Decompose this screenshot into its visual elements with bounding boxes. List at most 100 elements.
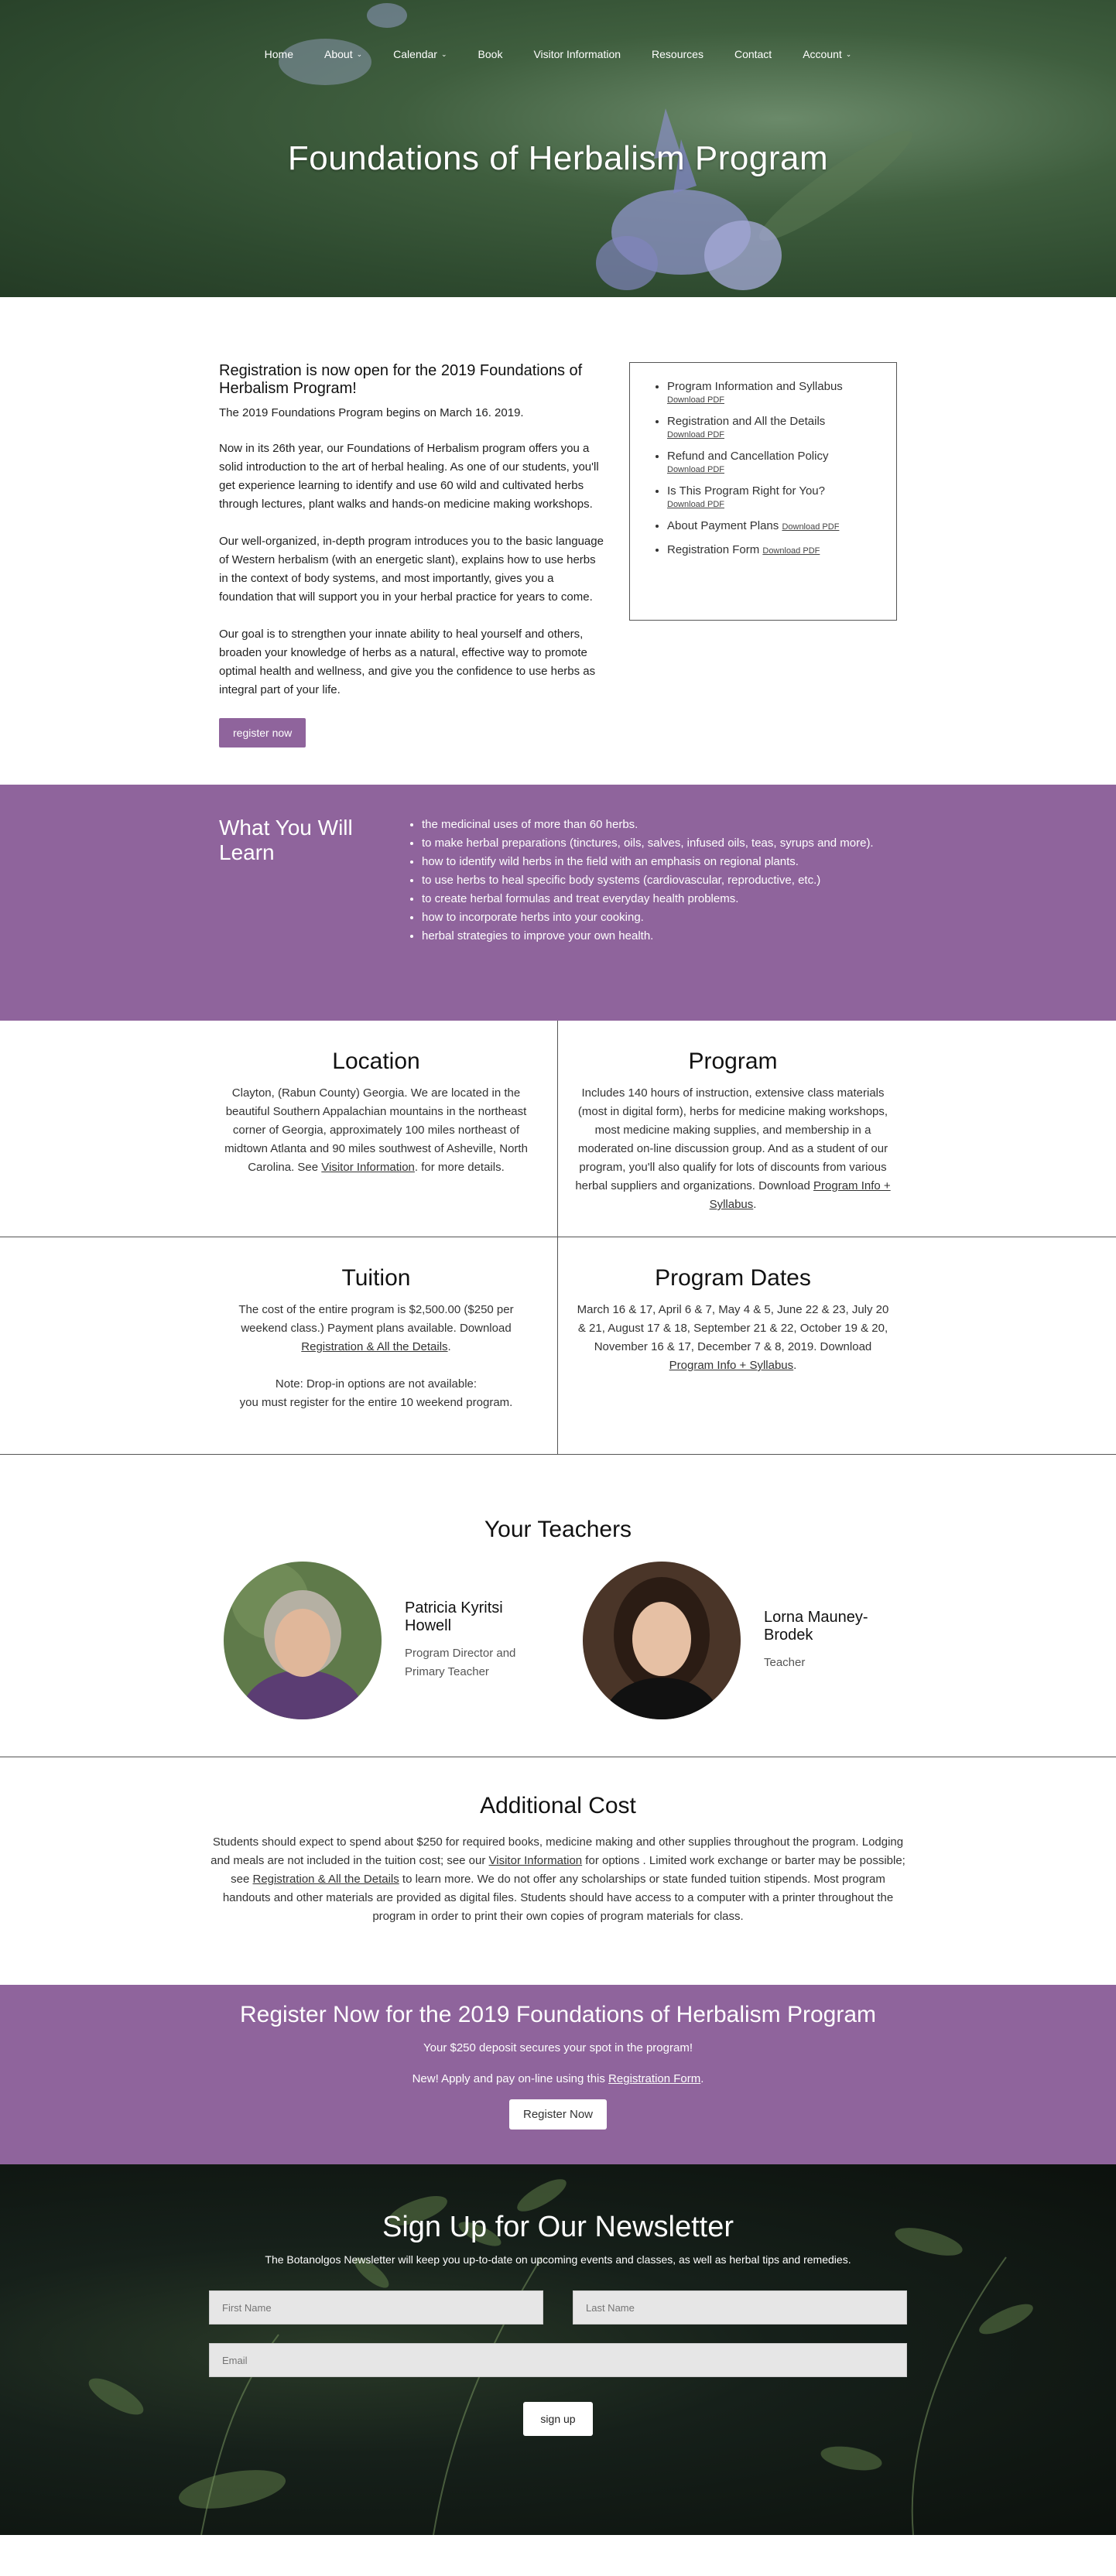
- download-item-label: About Payment Plans: [667, 519, 779, 532]
- chevron-down-icon: ⌄: [356, 50, 363, 58]
- location-text: Clayton, (Rabun County) Georgia. We are …: [224, 1086, 528, 1174]
- register-deposit: Your $250 deposit secures your spot in t…: [423, 2041, 693, 2054]
- dates-text: March 16 & 17, April 6 & 7, May 4 & 5, J…: [577, 1303, 889, 1372]
- location-title: Location: [332, 1049, 420, 1074]
- program-text: Includes 140 hours of instruction, exten…: [575, 1086, 891, 1211]
- learn-item: to use herbs to heal specific body syste…: [422, 871, 877, 890]
- learn-item: how to identify wild herbs in the field …: [422, 853, 877, 871]
- download-item: Registration Form Download PDF: [667, 542, 881, 558]
- nav-item-book[interactable]: Book: [463, 45, 519, 63]
- learn-item: to create herbal formulas and treat ever…: [422, 890, 877, 908]
- cost-registration-details-link[interactable]: Registration & All the Details: [252, 1873, 399, 1886]
- hero-banner: Home About ⌄ Calendar ⌄ Book Visitor Informati…: [0, 0, 1116, 297]
- register-now-button[interactable]: register now: [219, 718, 306, 747]
- dates-cell: Program Dates March 16 & 17, April 6 & 7…: [558, 1237, 1116, 1454]
- chevron-down-icon: ⌄: [440, 50, 447, 58]
- nav-item-label: Book: [478, 48, 503, 60]
- cost-title: Additional Cost: [480, 1793, 636, 1818]
- download-pdf-link[interactable]: Download PDF: [667, 429, 881, 440]
- tuition-text: The cost of the entire program is $2,500…: [238, 1303, 514, 1353]
- download-item-label: Is This Program Right for You?: [667, 484, 825, 498]
- teacher-role: Program Director and Primary Teacher: [405, 1647, 516, 1678]
- register-section: Register Now for the 2019 Foundations of…: [0, 1985, 1116, 2164]
- tuition-title: Tuition: [341, 1265, 411, 1291]
- download-item-label: Registration and All the Details: [667, 415, 826, 428]
- additional-cost-section: Additional Cost Students should expect t…: [0, 1757, 1116, 1985]
- register-apply: New! Apply and pay on-line using this Re…: [412, 2072, 704, 2085]
- nav-item-home[interactable]: Home: [249, 45, 309, 63]
- visitor-information-link[interactable]: Visitor Information: [321, 1161, 415, 1174]
- nav-item-label: Contact: [734, 48, 772, 60]
- learn-item: the medicinal uses of more than 60 herbs…: [422, 816, 877, 834]
- nav-item-label: Resources: [652, 48, 703, 60]
- nav-item-calendar[interactable]: Calendar ⌄: [378, 45, 462, 63]
- registration-details-link[interactable]: Registration & All the Details: [301, 1340, 447, 1353]
- teacher-role: Teacher: [764, 1656, 806, 1669]
- nav-item-label: Calendar: [393, 48, 437, 60]
- download-pdf-link[interactable]: Download PDF: [667, 395, 881, 405]
- teachers-section: Your Teachers Patricia Kyritsi Howell Pr…: [0, 1455, 1116, 1757]
- download-item: Is This Program Right for You?Download P…: [667, 483, 881, 510]
- main-nav: Home About ⌄ Calendar ⌄ Book Visitor Informati…: [0, 45, 1116, 63]
- page-title: Foundations of Herbalism Program: [287, 139, 829, 177]
- download-item: Program Information and Syllabus Download…: [667, 378, 881, 405]
- download-pdf-link[interactable]: Download PDF: [667, 464, 881, 475]
- nav-item-label: Account: [803, 48, 842, 60]
- chevron-down-icon: ⌄: [845, 50, 852, 58]
- intro-paragraph-1: Now in its 26th year, our Foundations of…: [219, 442, 599, 511]
- nav-item-account[interactable]: Account ⌄: [787, 45, 867, 63]
- dates-title: Program Dates: [655, 1265, 811, 1291]
- download-item: Registration and All the DetailsDownload…: [667, 413, 881, 440]
- nav-item-label: Visitor Information: [533, 48, 621, 60]
- download-item-label: Refund and Cancellation Policy: [667, 450, 829, 463]
- downloads-list: Program Information and Syllabus Download…: [655, 378, 881, 558]
- nav-item-visitor-information[interactable]: Visitor Information: [518, 45, 636, 63]
- downloads-box: Program Information and Syllabus Download…: [629, 362, 897, 621]
- dates-syllabus-link[interactable]: Program Info + Syllabus: [669, 1359, 794, 1372]
- email-input[interactable]: [209, 2343, 907, 2377]
- intro-section: Registration is now open for the 2019 Fo…: [0, 297, 1116, 785]
- teachers-title: Your Teachers: [484, 1517, 632, 1542]
- teacher-card: Patricia Kyritsi Howell Program Director…: [224, 1562, 533, 1719]
- tuition-cell: Tuition The cost of the entire program i…: [0, 1237, 558, 1454]
- nav-item-contact[interactable]: Contact: [719, 45, 787, 63]
- intro-begins: The 2019 Foundations Program begins on M…: [219, 406, 524, 419]
- avatar: [224, 1562, 382, 1719]
- learn-item: to make herbal preparations (tinctures, …: [422, 834, 877, 853]
- download-item-label: Program Information and Syllabus: [667, 380, 843, 393]
- nav-item-resources[interactable]: Resources: [636, 45, 719, 63]
- register-now-cta-button[interactable]: Register Now: [508, 2099, 608, 2130]
- intro-paragraph-3: Our goal is to strengthen your innate ab…: [219, 628, 596, 696]
- learn-section: What You Will Learn the medicinal uses o…: [0, 785, 1116, 1021]
- program-cell: Program Includes 140 hours of instructio…: [558, 1021, 1116, 1237]
- intro-text: Registration is now open for the 2019 Fo…: [219, 362, 604, 747]
- nav-item-label: About: [324, 48, 353, 60]
- download-pdf-link[interactable]: Download PDF: [782, 522, 839, 532]
- download-pdf-link[interactable]: Download PDF: [762, 546, 820, 556]
- newsletter-title: Sign Up for Our Newsletter: [382, 2211, 734, 2243]
- download-item: Refund and Cancellation PolicyDownload P…: [667, 448, 881, 475]
- cost-text: Students should expect to spend about $2…: [211, 1835, 905, 1923]
- cost-visitor-information-link[interactable]: Visitor Information: [489, 1854, 583, 1867]
- intro-heading: Registration is now open for the 2019 Fo…: [219, 362, 583, 397]
- learn-list: the medicinal uses of more than 60 herbs…: [413, 816, 877, 1021]
- teacher-card: Lorna Mauney-Brodek Teacher: [583, 1562, 892, 1719]
- nav-item-about[interactable]: About ⌄: [309, 45, 378, 63]
- download-pdf-link[interactable]: Download PDF: [667, 499, 881, 510]
- learn-item: herbal strategies to improve your own he…: [422, 927, 877, 946]
- register-title: Register Now for the 2019 Foundations of…: [239, 2002, 877, 2027]
- newsletter-subtitle: The Botanolgos Newsletter will keep you …: [265, 2253, 851, 2266]
- location-cell: Location Clayton, (Rabun County) Georgia…: [0, 1021, 558, 1237]
- download-item-label: Registration Form: [667, 543, 760, 556]
- program-title: Program: [688, 1049, 778, 1074]
- last-name-input[interactable]: [573, 2290, 907, 2325]
- info-grid: Location Clayton, (Rabun County) Georgia…: [0, 1021, 1116, 1455]
- intro-paragraph-2: Our well-organized, in-depth program int…: [219, 535, 604, 604]
- registration-form-link[interactable]: Registration Form: [608, 2072, 700, 2085]
- teacher-name: Patricia Kyritsi Howell: [405, 1599, 503, 1634]
- avatar: [583, 1562, 741, 1719]
- nav-item-label: Home: [264, 48, 294, 60]
- first-name-input[interactable]: [209, 2290, 543, 2325]
- newsletter-section: Sign Up for Our Newsletter The Botanolgo…: [0, 2164, 1116, 2535]
- sign-up-button[interactable]: sign up: [523, 2402, 593, 2436]
